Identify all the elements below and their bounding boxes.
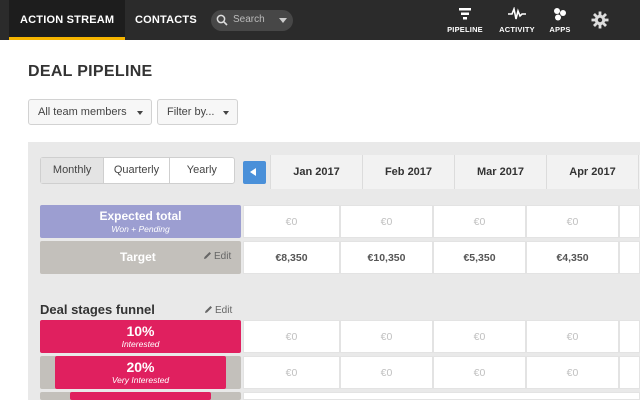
target-edit-link[interactable]: Edit [203, 251, 231, 262]
top-nav: ACTION STREAM CONTACTS Search PIPELINE A… [0, 0, 640, 40]
stage-next [70, 392, 211, 400]
filter-by-dropdown[interactable]: Filter by... [157, 99, 238, 125]
month-header: Jan 2017 Feb 2017 Mar 2017 Apr 2017 [243, 155, 640, 189]
team-members-label: All team members [38, 106, 127, 118]
page-title: DEAL PIPELINE [28, 63, 153, 80]
nav-activity-label: ACTIVITY [499, 25, 535, 34]
expected-cell: €0 [340, 205, 433, 238]
nav-apps[interactable]: APPS [545, 6, 575, 34]
search-box[interactable]: Search [211, 10, 293, 31]
funnel-edit-link[interactable]: Edit [204, 305, 232, 316]
activity-icon [508, 7, 526, 20]
apps-icon [554, 8, 566, 21]
stage-cell: €0 [340, 356, 433, 389]
stage-name: Interested [121, 339, 160, 349]
chevron-down-icon[interactable] [279, 18, 287, 23]
nav-apps-label: APPS [549, 25, 571, 34]
search-icon [216, 14, 228, 26]
target-cell: €8,350 [243, 241, 340, 274]
search-input[interactable]: Search [233, 14, 265, 25]
tab-action-stream[interactable]: ACTION STREAM [9, 0, 126, 40]
gear-icon[interactable] [591, 11, 609, 29]
pipeline-icon [459, 8, 471, 20]
stage-very-interested: 20% Very Interested [55, 356, 226, 389]
nav-pipeline[interactable]: PIPELINE [444, 6, 486, 34]
stage-cell: €0 [243, 356, 340, 389]
nav-activity[interactable]: ACTIVITY [494, 6, 540, 34]
stage-pct: 20% [126, 359, 155, 375]
expected-cell: €0 [243, 205, 340, 238]
stage-cell-overflow [619, 356, 640, 389]
stage-name: Very Interested [111, 375, 170, 385]
period-toggle: Monthly Quarterly Yearly [40, 157, 235, 184]
stage-cell: €0 [433, 320, 526, 353]
stage-cell: €0 [526, 320, 619, 353]
period-yearly[interactable]: Yearly [170, 158, 234, 183]
month-header-apr: Apr 2017 [546, 155, 638, 189]
target-edit-label: Edit [214, 251, 232, 262]
filter-by-label: Filter by... [167, 106, 215, 118]
expected-cell: €0 [526, 205, 619, 238]
funnel-title: Deal stages funnel [40, 302, 155, 317]
target-label: Target Edit [40, 241, 241, 274]
stage-cell-overflow [619, 320, 640, 353]
chevron-down-icon [223, 111, 229, 115]
month-header-jan: Jan 2017 [270, 155, 362, 189]
tab-contacts[interactable]: CONTACTS [135, 0, 197, 40]
expected-total-subtitle: Won + Pending [111, 224, 170, 234]
stage-cell: €0 [526, 356, 619, 389]
chevron-down-icon [137, 111, 143, 115]
team-members-dropdown[interactable]: All team members [28, 99, 152, 125]
month-header-mar: Mar 2017 [454, 155, 546, 189]
pencil-icon [204, 252, 211, 259]
stage-interested: 10% Interested [40, 320, 241, 353]
target-cell: €10,350 [340, 241, 433, 274]
pencil-icon [205, 306, 212, 313]
target-cell: €4,350 [526, 241, 619, 274]
expected-cell: €0 [433, 205, 526, 238]
month-header-feb: Feb 2017 [362, 155, 454, 189]
target-title: Target [120, 250, 156, 264]
nav-pipeline-label: PIPELINE [447, 25, 483, 34]
prev-month-button[interactable] [243, 161, 266, 184]
stage-cell: €0 [243, 320, 340, 353]
stage-cell: €0 [433, 356, 526, 389]
stage-cell: €0 [340, 320, 433, 353]
stage-cell-row-partial [243, 392, 640, 400]
expected-total-title: Expected total [99, 209, 182, 223]
target-cell: €5,350 [433, 241, 526, 274]
period-quarterly[interactable]: Quarterly [104, 158, 170, 183]
target-cell-overflow [619, 241, 640, 274]
stage-pct: 10% [126, 323, 155, 339]
expected-total-label: Expected total Won + Pending [40, 205, 241, 238]
funnel-edit-label: Edit [215, 305, 233, 316]
period-monthly[interactable]: Monthly [41, 158, 105, 183]
expected-cell-overflow [619, 205, 640, 238]
